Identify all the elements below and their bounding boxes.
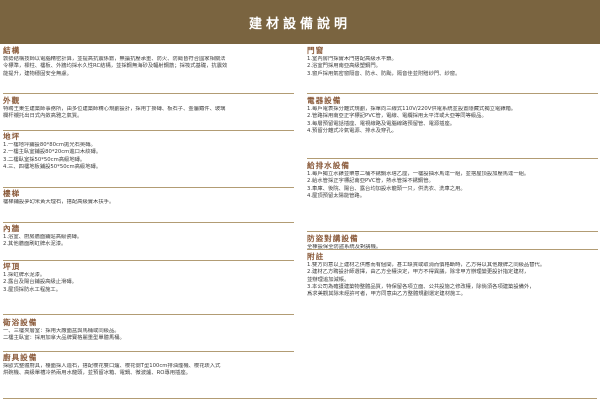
section-title: 坪頂: [3, 262, 21, 271]
section-line: 爲求美觀其除未經許可者，甲方同意由乙方整體規劃選定建材施工。: [307, 291, 466, 298]
section-body: 1.室內房門採實木門搭配高級水平鎖。 2.浴室門採用南亞高級塑鋼門。 3.窗戶採用氣…: [307, 56, 598, 78]
section-body: 一、三樓夾層室：採用大廠面盆與馬桶或同級品。 二樓主臥室：採用加拿大品牌寶格麗重型…: [3, 328, 294, 343]
section-line: 烘碗機、高級單槽冷熱兩用水龍頭，並預留冰箱、電鍋、微波爐、RO專用插座。: [3, 370, 191, 377]
section-line: 全棟設保全防盜系統及對講機。: [307, 244, 382, 250]
section-body: 1.每戶獨立水錶並樂意二桶不銹鋼水塔乙座，一樓設抽水馬達一組，並搭屋頂設加壓馬達…: [307, 171, 598, 200]
section-divider: [3, 222, 294, 223]
section-body: 特聘王東生建築師事務所，由多位建築師精心規劃設計，採用丁掛磚、板石子、金屬鐵件、…: [3, 106, 294, 121]
section-right-1: 電器設備 1.每戶電表採分離式規劃，採單向三線式110V/220V供電系統並設置隱…: [307, 96, 598, 135]
section-title: 防盜對講設備: [307, 234, 359, 243]
section-right-0: 門窗 1.室內房門採實木門搭配高級水平鎖。 2.浴室門採用南亞高級塑鋼門。 3.窗戶採…: [307, 46, 598, 78]
section-line: 3.窗戶採用氣密窗隔音、防水、防颱，隔音佳並附贈紗門、紗窗。: [307, 70, 461, 77]
section-line: 4.屋頂預留太陽能管路。: [307, 192, 366, 199]
section-line: 3.二樓臥室採50*50cm高級地磚。: [3, 156, 86, 163]
section-line: 3.屋頂採防水工程施工。: [3, 286, 62, 293]
section-title: 廚具設備: [3, 353, 38, 362]
section-divider: [3, 93, 294, 94]
section-right-4: 附註 1.雙方同意以上建材之供應而有個間，甚工缺貨或取消而價格斷時，乙方得以其他廠…: [307, 252, 598, 298]
section-divider: [3, 130, 294, 131]
section-title: 結構: [3, 46, 21, 55]
section-line: 欄杆襯托出日式內斂高雅之氣質。: [3, 113, 83, 120]
section-body: 全棟設保全防盜系統及對講機。: [307, 244, 598, 251]
section-left-0: 結構 敦勢結構技師以電腦精密計算，並提高抗震係數，無論抗壓承重、防火、防颱皆符合國…: [3, 46, 294, 78]
section-divider: [3, 351, 294, 352]
section-title: 地坪: [3, 132, 21, 141]
section-line: 二樓主臥室：採用加拿大品牌寶格麗重型單體馬桶。: [3, 335, 125, 342]
section-line: 2.給水管採正字標記南亞PVC管，熱水管採不銹鋼管。: [307, 178, 434, 185]
section-left-4: 內牆 1.浴室、廚房牆面鋪貼高級瓷磚。 2.其他牆面刷虹牌水泥漆。: [3, 224, 294, 249]
section-left-2: 地坪 1.一樓地坪鋪設80*80cm拋光石英磚。 2.一樓主臥室鋪設80*20cm進…: [3, 132, 294, 171]
section-left-7: 廚具設備 採歐式整體廚具，檯面採人造石，搭配櫻花雙口爐、櫻花側T型100cm排油煙…: [3, 353, 294, 378]
section-body: 1.一樓地坪鋪設80*80cm拋光石英磚。 2.一樓主臥室鋪設80*20cm進口木…: [3, 142, 294, 171]
section-divider: [3, 187, 294, 188]
section-body: 1.每戶電表採分離式規劃，採單向三線式110V/220V供電系統並設置隱藏式獨立…: [307, 106, 598, 135]
section-right-2: 給排水設備 1.每戶獨立水錶並樂意二桶不銹鋼水塔乙座，一樓設抽水馬達一組，並搭屋頂…: [307, 161, 598, 200]
section-divider: [3, 260, 294, 261]
section-divider: [307, 93, 598, 94]
section-body: 1.浴室、廚房牆面鋪貼高級瓷磚。 2.其他牆面刷虹牌水泥漆。: [3, 234, 294, 249]
footer-divider: [3, 398, 597, 399]
section-divider: [307, 249, 598, 250]
section-line: 令標準，樑柱、樓板、外牆均採水久性RC結構，並採鋼無海砂及輻射鋼筋；採筏式基礎，…: [3, 63, 228, 70]
section-title: 外觀: [3, 96, 21, 105]
section-title: 內牆: [3, 224, 21, 233]
section-title: 給排水設備: [307, 161, 350, 170]
section-divider: [3, 314, 294, 315]
section-line: 4.預留分離式冷氣電源、排水及穿孔。: [307, 127, 397, 134]
section-line: 3.車庫、後院、陽台、露台均加設水龍頭一只，供洗衣、洗車之用。: [307, 185, 466, 192]
section-line: 4.三、四樓地板鋪設50*50cm高級地磚。: [3, 163, 102, 170]
section-line: 並辦理追加減帳。: [307, 276, 350, 283]
section-body: 1.採虹牌水泥漆。 2.露台及陽台鋪設高級止滑磚。 3.屋頂採防水工程施工。: [3, 272, 294, 294]
section-line: 2.管路採用南亞正字標記PVC管，電線、電纜採用太平洋或大亞等同等級品。: [307, 113, 487, 120]
section-line: 3.每層預留電話插座、電視線路及電腦線路預留管、電源插座。: [307, 120, 456, 127]
section-left-1: 外觀 特聘王東生建築師事務所，由多位建築師精心規劃設計，採用丁掛磚、板石子、金屬鐵…: [3, 96, 294, 121]
section-divider: [307, 158, 598, 159]
section-title: 電器設備: [307, 96, 342, 105]
section-line: 能提升，建物穩固安全無慮。: [3, 70, 72, 77]
section-body: 敦勢結構技師以電腦精密計算，並提高抗震係數，無論抗壓承重、防火、防颱皆符合國家相…: [3, 56, 294, 78]
section-line: 2.露台及陽台鋪設高級止滑磚。: [3, 279, 77, 286]
section-left-3: 樓梯 樓梯鋪設夢幻米黃大理石，搭配高級實木扶手。: [3, 189, 294, 206]
section-divider: [307, 231, 598, 232]
section-line: 樓梯鋪設夢幻米黃大理石，搭配高級實木扶手。: [3, 199, 115, 205]
spec-page: 建材設備說明 結構 敦勢結構技師以電腦精密計算，並提高抗震係數，無論抗壓承重、防火…: [0, 0, 600, 404]
section-line: 2.浴室門採用南亞高級塑鋼門。: [307, 63, 381, 70]
section-body: 採歐式整體廚具，檯面採人造石，搭配櫻花雙口爐、櫻花側T型100cm排油煙機、櫻花…: [3, 363, 294, 378]
page-title: 建材設備說明: [248, 16, 351, 32]
section-line: 2.其他牆面刷虹牌水泥漆。: [3, 241, 67, 248]
section-title: 衛浴設備: [3, 318, 38, 327]
section-body: 1.雙方同意以上建材之供應而有個間，甚工缺貨或取消而價格斷時，乙方得以其他廠牌之…: [307, 262, 598, 298]
section-left-6: 衛浴設備 一、三樓夾層室：採用大廠面盆與馬桶或同級品。 二樓主臥室：採用加拿大品牌寶…: [3, 318, 294, 343]
section-title: 門窗: [307, 46, 325, 55]
title-bar: 建材設備說明: [0, 0, 600, 44]
section-left-5: 坪頂 1.採虹牌水泥漆。 2.露台及陽台鋪設高級止滑磚。 3.屋頂採防水工程施工。: [3, 262, 294, 294]
section-title: 附註: [307, 252, 325, 261]
section-line: 2.建材乙方聘設計師選擇，由乙方全權決定，甲方不得異議，除非甲方辦理變更設計指定…: [307, 269, 530, 276]
section-line: 2.一樓主臥室鋪設80*20cm進口木紋磚。: [3, 149, 102, 156]
section-body: 樓梯鋪設夢幻米黃大理石，搭配高級實木扶手。: [3, 199, 294, 206]
section-title: 樓梯: [3, 189, 21, 198]
